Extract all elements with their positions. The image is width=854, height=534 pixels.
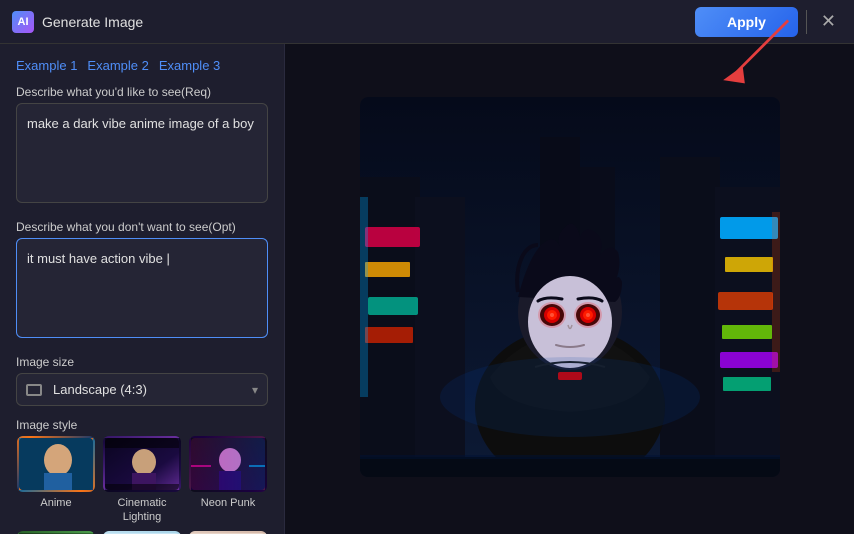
divider <box>806 10 807 34</box>
titlebar: AI Generate Image Apply ✕ <box>0 0 854 44</box>
right-panel <box>285 44 854 534</box>
required-label: Describe what you'd like to see(Req) <box>16 85 268 99</box>
style-thumb-cat2 <box>189 531 267 534</box>
size-select[interactable]: Landscape (4:3) Portrait (3:4) Square (1… <box>16 373 268 406</box>
style-item-cat1[interactable] <box>102 531 182 534</box>
example-tab-3[interactable]: Example 3 <box>159 58 220 73</box>
window-title: Generate Image <box>42 14 143 30</box>
ai-logo: AI <box>12 11 34 33</box>
style-label-anime: Anime <box>40 496 71 510</box>
landscape-icon <box>26 384 42 396</box>
required-section: Describe what you'd like to see(Req) mak… <box>16 85 268 208</box>
size-section: Image size Landscape (4:3) Portrait (3:4… <box>16 355 268 406</box>
style-thumb-cinematic <box>103 436 181 492</box>
style-label-neonpunk: Neon Punk <box>201 496 255 510</box>
style-thumb-anime <box>17 436 95 492</box>
size-select-wrapper: Landscape (4:3) Portrait (3:4) Square (1… <box>16 373 268 406</box>
example-tabs: Example 1 Example 2 Example 3 <box>16 58 268 73</box>
style-item-cinematic[interactable]: Cinematic Lighting <box>102 436 182 525</box>
style-item-neonpunk[interactable]: Neon Punk <box>188 436 268 525</box>
titlebar-right: Apply ✕ <box>695 7 842 37</box>
style-grid: Anime <box>16 436 268 534</box>
style-thumb-cat1 <box>103 531 181 534</box>
optional-label: Describe what you don't want to see(Opt) <box>16 220 268 234</box>
titlebar-left: AI Generate Image <box>12 11 143 33</box>
style-label: Image style <box>16 418 268 432</box>
required-textarea[interactable]: make a dark vibe anime image of a boy <box>16 103 268 203</box>
style-item-cat2[interactable] <box>188 531 268 534</box>
style-item-nature[interactable] <box>16 531 96 534</box>
style-item-anime[interactable]: Anime <box>16 436 96 525</box>
example-tab-1[interactable]: Example 1 <box>16 58 77 73</box>
style-label-cinematic: Cinematic Lighting <box>102 496 182 525</box>
optional-section: Describe what you don't want to see(Opt)… <box>16 220 268 343</box>
size-label: Image size <box>16 355 268 369</box>
style-thumb-neonpunk <box>189 436 267 492</box>
optional-textarea[interactable]: it must have action vibe | <box>16 238 268 338</box>
left-panel: Example 1 Example 2 Example 3 Describe w… <box>0 44 285 534</box>
style-thumb-nature <box>17 531 95 534</box>
close-button[interactable]: ✕ <box>815 9 842 34</box>
apply-button[interactable]: Apply <box>695 7 798 37</box>
example-tab-2[interactable]: Example 2 <box>87 58 148 73</box>
style-section: Image style <box>16 418 268 534</box>
main-content: Example 1 Example 2 Example 3 Describe w… <box>0 44 854 534</box>
generated-image <box>360 97 780 482</box>
